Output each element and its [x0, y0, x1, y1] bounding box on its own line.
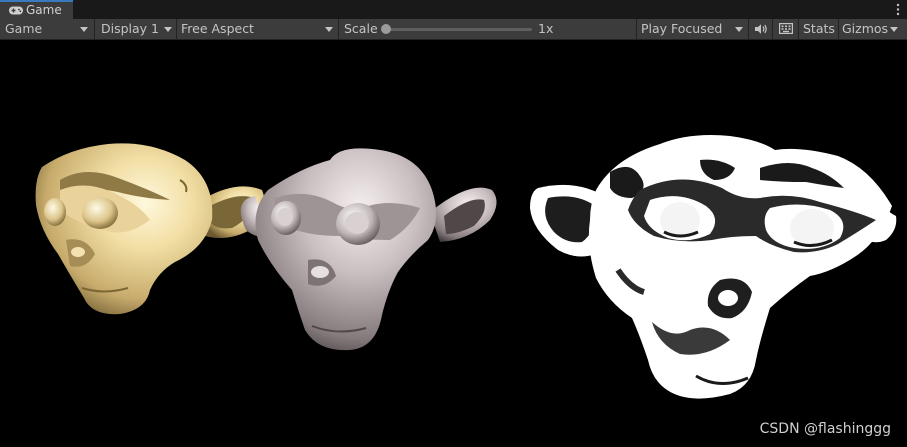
game-window: Game Game Display 1 Free Aspect Scale 1x [0, 0, 907, 447]
gamepad-icon [9, 6, 23, 15]
tab-game-label: Game [26, 3, 62, 17]
game-toolbar: Game Display 1 Free Aspect Scale 1x Play… [0, 19, 907, 40]
chevron-down-icon [80, 27, 88, 32]
stats-label: Stats [803, 21, 835, 36]
tab-game[interactable]: Game [0, 0, 73, 19]
toon-monkey-head [530, 135, 897, 399]
display-select-dropdown[interactable]: Display 1 [96, 19, 176, 39]
game-viewport[interactable]: CSDN @flashinggg [0, 40, 907, 447]
toolbar-divider [94, 19, 95, 39]
chevron-down-icon [890, 27, 898, 32]
shortcuts-button[interactable] [774, 19, 798, 39]
view-select-dropdown[interactable]: Game [0, 19, 92, 39]
silver-monkey-head [240, 148, 497, 351]
scale-label: Scale [344, 21, 378, 36]
mute-audio-button[interactable] [750, 19, 772, 39]
toolbar-divider [772, 19, 773, 39]
watermark-text: CSDN @flashinggg [759, 421, 891, 437]
toolbar-divider [176, 19, 177, 39]
speaker-icon [755, 24, 767, 34]
scale-slider-handle[interactable] [381, 24, 391, 34]
view-select-label: Game [5, 21, 43, 36]
play-mode-dropdown[interactable]: Play Focused [637, 19, 747, 39]
scene-render [35, 135, 897, 399]
scale-slider-track[interactable] [386, 28, 532, 31]
toolbar-divider [338, 19, 339, 39]
tab-bar: Game [0, 0, 907, 19]
display-select-label: Display 1 [101, 21, 160, 36]
aspect-select-label: Free Aspect [181, 21, 254, 36]
stats-button[interactable]: Stats [799, 19, 837, 39]
gold-monkey-head [35, 143, 265, 315]
keyboard-icon [779, 23, 793, 34]
gizmos-dropdown[interactable]: Gizmos [839, 19, 901, 39]
gizmos-label: Gizmos [842, 21, 889, 36]
chevron-down-icon [164, 27, 172, 32]
scale-value: 1x [538, 21, 554, 36]
chevron-down-icon [325, 27, 333, 32]
aspect-select-dropdown[interactable]: Free Aspect [178, 19, 338, 39]
play-mode-label: Play Focused [641, 21, 723, 36]
toolbar-divider [748, 19, 749, 39]
chevron-down-icon [735, 27, 743, 32]
more-options-icon[interactable] [895, 2, 901, 17]
